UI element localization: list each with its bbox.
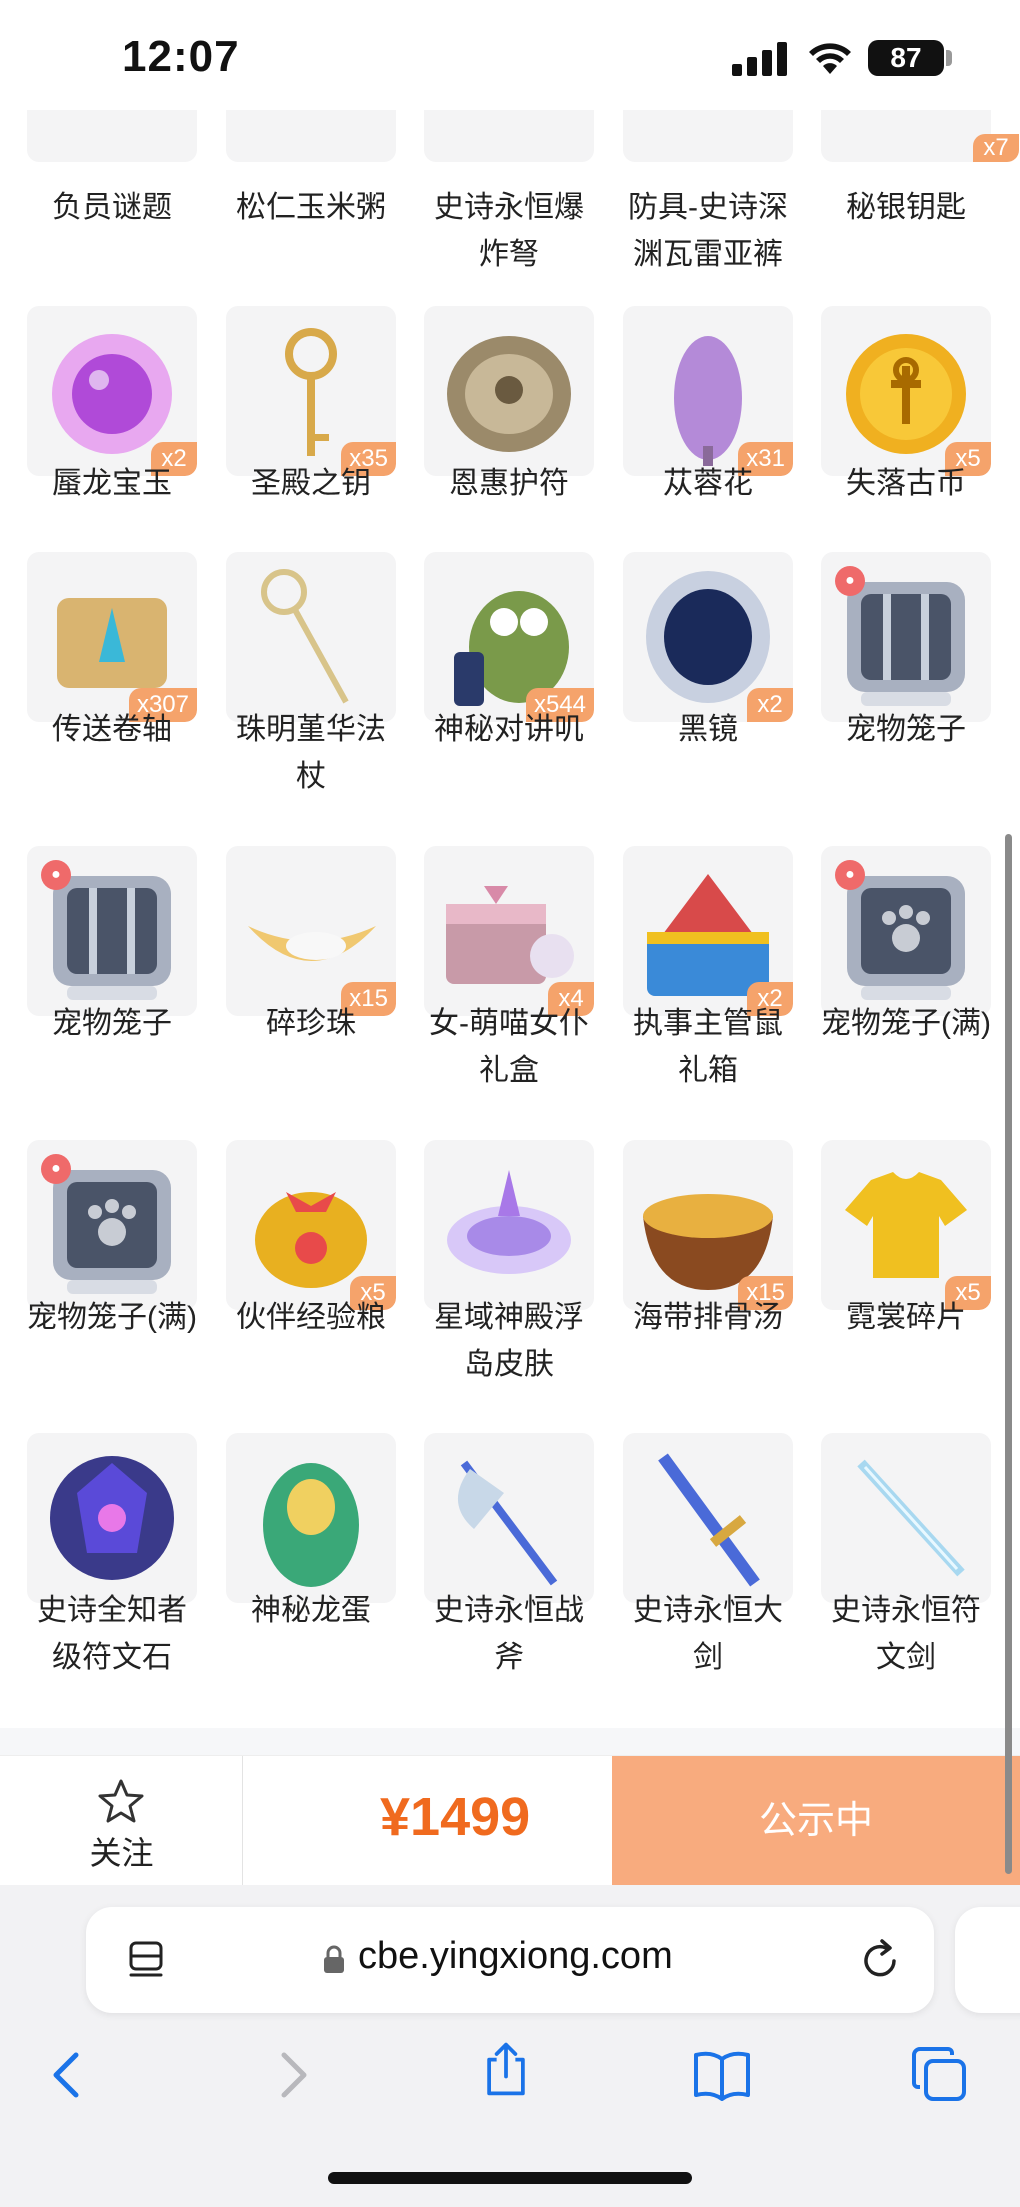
rune-stone-icon — [50, 1456, 174, 1580]
item-name: 星域神殿浮岛皮肤 — [434, 1301, 584, 1381]
tabs-icon[interactable] — [910, 2045, 970, 2105]
next-tab-preview[interactable] — [955, 1907, 1020, 2013]
item-thumbnail — [27, 1433, 197, 1603]
price-label: ¥1499 — [380, 1787, 531, 1847]
item-name: 秘银钥匙 — [846, 191, 966, 224]
item-name: 防具-史诗深渊瓦雷亚裤 — [628, 191, 788, 271]
great-sword-icon — [658, 1453, 760, 1587]
action-bar: 关注 ¥1499 公示中 — [0, 1755, 1020, 1886]
item-name: 宠物笼子 — [52, 1007, 172, 1040]
star-icon — [98, 1779, 144, 1823]
battery-indicator: 87 — [868, 40, 944, 76]
item-name: 宠物笼子(满) — [27, 1301, 197, 1334]
pet-paw-icon: ● — [41, 860, 71, 890]
item-thumbnail: ● — [821, 846, 991, 1016]
item-name: 苁蓉花 — [663, 467, 753, 500]
floating-island-icon — [447, 1170, 571, 1274]
reload-icon[interactable] — [858, 1937, 902, 1983]
item-name: 神秘对讲叽 — [434, 713, 584, 746]
dragon-egg-icon — [263, 1463, 359, 1587]
item-name: 松仁玉米粥 — [236, 191, 386, 224]
item-name: 蜃龙宝玉 — [52, 467, 172, 500]
follow-label: 关注 — [89, 1835, 154, 1871]
item-name: 霓裳碎片 — [846, 1301, 966, 1334]
follow-button[interactable]: 关注 — [0, 1756, 243, 1886]
wifi-icon — [809, 43, 851, 74]
pet-paw-icon: ● — [835, 860, 865, 890]
item-name: 史诗全知者级符文石 — [37, 1594, 187, 1674]
item-name: 执事主管鼠礼箱 — [633, 1007, 783, 1087]
item-thumbnail — [424, 1433, 594, 1603]
item-thumbnail: x5 — [226, 1140, 396, 1310]
pet-paw-icon: ● — [835, 566, 865, 596]
item-thumbnail — [424, 1140, 594, 1310]
item-name: 神秘龙蛋 — [251, 1594, 371, 1627]
item-thumbnail: x5 — [821, 306, 991, 476]
item-name: 宠物笼子 — [846, 713, 966, 746]
item-name: 宠物笼子(满) — [821, 1007, 991, 1040]
item-name: 女-萌喵女仆礼盒 — [429, 1007, 589, 1087]
item-name: 珠明堇华法杖 — [236, 713, 386, 793]
item-thumbnail — [821, 1433, 991, 1603]
back-icon[interactable] — [38, 2045, 98, 2105]
item-thumbnail: x2 — [623, 846, 793, 1016]
staff-icon — [261, 569, 349, 704]
item-thumbnail: x2 — [623, 552, 793, 722]
item-name: 史诗永恒爆炸弩 — [434, 191, 584, 271]
item-thumbnail: x15 — [226, 846, 396, 1016]
item-name: 伙伴经验粮 — [236, 1301, 386, 1334]
item-count-badge: x7 — [973, 134, 1019, 162]
home-indicator — [328, 2172, 692, 2184]
battle-axe-icon — [457, 1460, 558, 1586]
item-thumbnail: x307 — [27, 552, 197, 722]
browser-toolbar: cbe.yingxiong.com — [0, 1885, 1020, 2207]
item-thumbnail — [226, 552, 396, 722]
item-thumbnail — [623, 1433, 793, 1603]
item-thumbnail: x31 — [623, 306, 793, 476]
item-name: 史诗永恒战斧 — [434, 1594, 584, 1674]
cellular-signal-icon — [732, 42, 788, 76]
item-thumbnail — [226, 1433, 396, 1603]
share-icon[interactable] — [476, 2039, 536, 2099]
item-name: 黑镜 — [678, 713, 738, 746]
item-name: 史诗永恒大剑 — [633, 1594, 783, 1674]
item-thumbnail: x544 — [424, 552, 594, 722]
item-thumbnail: x5 — [821, 1140, 991, 1310]
status-time: 12:07 — [122, 32, 240, 81]
item-thumbnail: x4 — [424, 846, 594, 1016]
item-name: 碎珍珠 — [266, 1007, 356, 1040]
url-text: cbe.yingxiong.com — [358, 1935, 673, 1977]
bookmarks-icon[interactable] — [692, 2045, 752, 2105]
battery-tip — [946, 50, 952, 66]
item-name: 恩惠护符 — [449, 467, 569, 500]
item-name: 圣殿之钥 — [251, 467, 371, 500]
item-name: 传送卷轴 — [52, 713, 172, 746]
item-thumbnail: ● — [821, 552, 991, 722]
item-thumbnail: x2 — [27, 306, 197, 476]
lock-icon — [324, 1945, 344, 1973]
item-name: 史诗永恒符文剑 — [831, 1594, 981, 1674]
item-thumbnail: ● — [27, 846, 197, 1016]
item-thumbnail: x35 — [226, 306, 396, 476]
page-menu-icon[interactable] — [126, 1939, 166, 1983]
item-thumbnail: x15 — [623, 1140, 793, 1310]
pet-paw-icon: ● — [41, 1154, 71, 1184]
item-thumbnail: ● — [27, 1140, 197, 1310]
item-name: 失落古币 — [846, 467, 966, 500]
forward-icon[interactable] — [262, 2045, 322, 2105]
status-bar: 12:07 87 — [0, 0, 1020, 110]
item-name: 海带排骨汤 — [633, 1301, 783, 1334]
rune-sword-icon — [857, 1459, 965, 1577]
stone-amulet-icon — [447, 336, 571, 452]
section-divider — [0, 1728, 1020, 1755]
scrollbar[interactable] — [1005, 834, 1012, 1874]
public-notice-button[interactable]: 公示中 — [612, 1756, 1020, 1886]
item-name: 负员谜题 — [52, 191, 172, 224]
address-bar[interactable]: cbe.yingxiong.com — [86, 1907, 934, 2013]
item-thumbnail — [424, 306, 594, 476]
